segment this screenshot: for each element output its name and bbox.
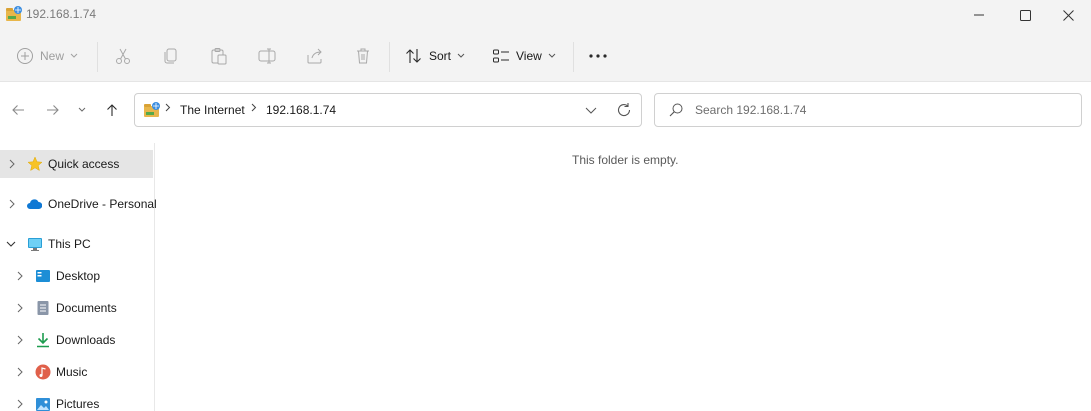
cloud-icon (27, 199, 42, 209)
see-more-button[interactable] (588, 44, 608, 68)
sidebar-item-label: Pictures (56, 397, 100, 411)
view-button[interactable]: View (492, 44, 556, 68)
paste-button[interactable] (210, 44, 228, 68)
maximize-button[interactable] (1002, 0, 1048, 30)
arrow-left-icon (12, 105, 24, 115)
toolbar-divider (389, 42, 390, 72)
sidebar-item-this-pc[interactable]: This PC (0, 230, 153, 258)
sidebar-item-onedrive[interactable]: OneDrive - Personal (0, 190, 157, 218)
back-button[interactable] (6, 96, 30, 124)
share-icon (307, 48, 322, 64)
sidebar-item-downloads[interactable]: Downloads (0, 326, 153, 354)
computer-icon (28, 238, 42, 251)
delete-icon (357, 48, 369, 64)
delete-button[interactable] (354, 44, 372, 68)
sidebar-item-music[interactable]: Music (0, 358, 153, 386)
sidebar-item-label: Quick access (48, 157, 120, 171)
address-dropdown-button[interactable] (583, 102, 599, 118)
sidebar-item-label: Downloads (56, 333, 116, 347)
empty-folder-message: This folder is empty. (572, 153, 679, 167)
chevron-down-icon (78, 107, 86, 112)
sort-icon (406, 49, 421, 63)
toolbar-divider (573, 42, 574, 72)
cut-icon (116, 48, 130, 64)
rename-button[interactable] (258, 44, 276, 68)
chevron-down-icon (70, 53, 78, 58)
close-button[interactable] (1045, 0, 1091, 30)
sidebar-item-label: OneDrive - Personal (48, 197, 157, 211)
more-icon (589, 54, 607, 58)
documents-icon (37, 301, 49, 315)
file-list-area[interactable] (156, 143, 1091, 411)
breadcrumb-current-folder[interactable]: 192.168.1.74 (266, 103, 336, 117)
sidebar-item-documents[interactable]: Documents (0, 294, 153, 322)
maximize-icon (1019, 9, 1031, 21)
search-input[interactable]: Search 192.168.1.74 (695, 103, 806, 117)
forward-button[interactable] (41, 96, 65, 124)
view-label: View (516, 49, 542, 63)
breadcrumb-the-internet[interactable]: The Internet (180, 103, 245, 117)
arrow-up-icon (107, 104, 117, 116)
address-bar[interactable]: The Internet 192.168.1.74 (134, 93, 642, 127)
chevron-down-icon (548, 53, 556, 58)
downloads-icon (37, 333, 49, 348)
arrow-right-icon (47, 105, 59, 115)
up-button[interactable] (100, 96, 124, 124)
copy-icon (164, 48, 177, 64)
sidebar-item-label: Desktop (56, 269, 101, 283)
toolbar-divider (97, 42, 98, 72)
breadcrumb-separator-icon[interactable] (165, 103, 171, 115)
new-icon (17, 48, 33, 64)
music-icon (35, 364, 51, 380)
sidebar-item-label: Music (56, 365, 88, 379)
refresh-icon (617, 103, 631, 117)
refresh-button[interactable] (615, 101, 633, 119)
desktop-icon (36, 270, 50, 282)
chevron-right-icon[interactable] (15, 303, 25, 313)
chevron-right-icon[interactable] (15, 335, 25, 345)
new-button[interactable]: New (16, 44, 78, 68)
command-bar: New Sort View (0, 30, 1091, 82)
close-icon (1062, 9, 1074, 21)
chevron-right-icon[interactable] (15, 367, 25, 377)
share-button[interactable] (306, 44, 324, 68)
search-box[interactable]: Search 192.168.1.74 (654, 93, 1082, 127)
title-bar: 192.168.1.74 (0, 0, 1091, 30)
chevron-down-icon (585, 107, 597, 114)
breadcrumb-separator-icon[interactable] (251, 103, 257, 115)
sidebar-item-label: Documents (56, 301, 117, 315)
chevron-down-icon[interactable] (6, 239, 16, 249)
sidebar-item-label: This PC (48, 237, 91, 251)
sort-label: Sort (429, 49, 452, 63)
cut-button[interactable] (114, 44, 132, 68)
new-label: New (40, 49, 65, 63)
navigation-pane: Quick access OneDrive - Personal This PC… (0, 143, 157, 411)
network-location-icon (5, 5, 23, 23)
view-icon (493, 49, 509, 63)
window-title: 192.168.1.74 (26, 7, 97, 21)
search-icon (669, 103, 683, 120)
copy-button[interactable] (162, 44, 180, 68)
paste-icon (211, 48, 227, 65)
sidebar-item-quick-access[interactable]: Quick access (0, 150, 153, 178)
star-icon (27, 156, 43, 172)
sort-button[interactable]: Sort (405, 44, 465, 68)
chevron-right-icon[interactable] (15, 399, 25, 409)
chevron-right-icon[interactable] (7, 199, 17, 209)
chevron-right-icon[interactable] (15, 271, 25, 281)
minimize-button[interactable] (956, 0, 1002, 30)
minimize-icon (974, 14, 984, 16)
rename-icon (258, 48, 276, 64)
chevron-down-icon (457, 53, 465, 58)
pictures-icon (36, 398, 50, 411)
network-location-icon (143, 101, 161, 122)
chevron-right-icon[interactable] (7, 159, 17, 169)
sidebar-item-pictures[interactable]: Pictures (0, 390, 153, 411)
sidebar-item-desktop[interactable]: Desktop (0, 262, 153, 290)
recent-locations-button[interactable] (72, 96, 92, 124)
